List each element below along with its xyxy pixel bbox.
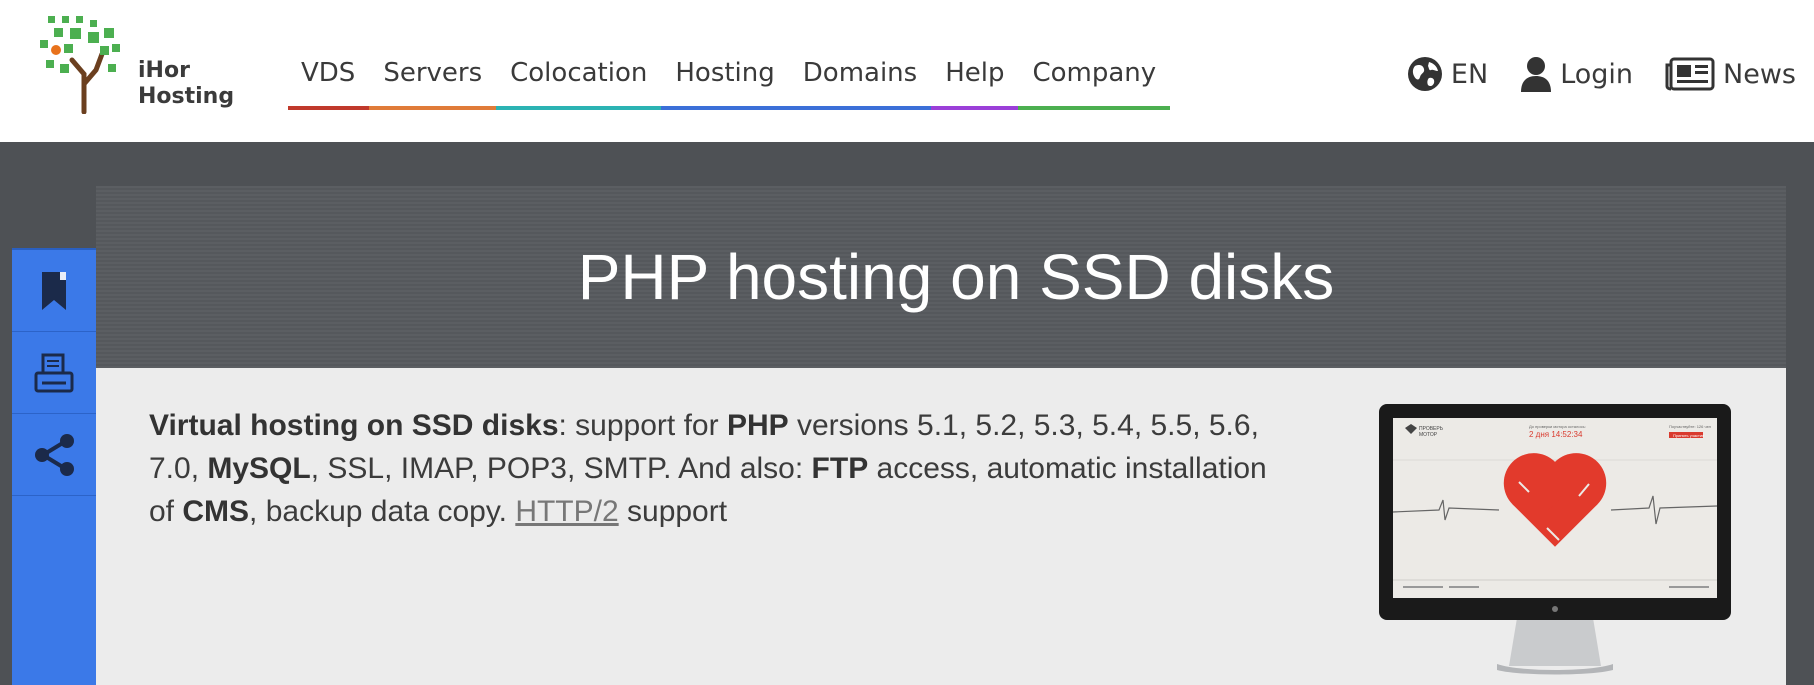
newspaper-icon bbox=[1665, 57, 1715, 91]
share-icon bbox=[35, 433, 74, 476]
nav-hosting[interactable]: Hosting bbox=[661, 50, 789, 110]
intro-text-1: : support for bbox=[558, 409, 727, 442]
logo-line1: iHor bbox=[138, 58, 190, 83]
nav-help[interactable]: Help bbox=[931, 50, 1019, 110]
intro-strong-php: PHP bbox=[726, 409, 789, 442]
intro-strong-mysql: MySQL bbox=[207, 452, 311, 485]
news-link[interactable]: News bbox=[1665, 57, 1796, 91]
print-icon bbox=[34, 353, 74, 392]
monitor-illustration: ПРОВЕРЬ МОТОР До проверки мотора осталос… bbox=[1379, 404, 1731, 675]
tree-logo-icon bbox=[40, 16, 120, 114]
nav-vds[interactable]: VDS bbox=[288, 50, 370, 110]
print-button[interactable] bbox=[12, 332, 96, 414]
language-label: EN bbox=[1450, 58, 1489, 90]
news-label: News bbox=[1723, 58, 1796, 90]
screen-countdown: 2 дня 14:52:34 bbox=[1529, 430, 1583, 439]
intro-text-5: , backup data copy. bbox=[249, 495, 516, 528]
login-label: Login bbox=[1560, 58, 1634, 90]
intro-strong-ftp: FTP bbox=[811, 452, 869, 485]
header-scalloped-edge bbox=[0, 138, 1814, 146]
intro-strong-virtual-hosting: Virtual hosting on SSD disks bbox=[149, 409, 559, 442]
screen-brand-line2: МОТОР bbox=[1419, 432, 1438, 438]
bookmark-button[interactable] bbox=[12, 250, 96, 332]
globe-icon bbox=[1407, 57, 1442, 91]
intro-strong-cms: CMS bbox=[182, 495, 250, 528]
screen-header-text: До проверки мотора осталось: bbox=[1529, 424, 1586, 429]
screen-corner-text: Поучаствуйте: 126 чел bbox=[1669, 424, 1712, 429]
logo-text: iHor Hosting bbox=[138, 58, 234, 110]
language-switch[interactable]: EN bbox=[1407, 56, 1488, 92]
http2-link[interactable]: HTTP/2 bbox=[515, 495, 618, 528]
content-card: PHP hosting on SSD disks Virtual hosting… bbox=[96, 186, 1786, 685]
logo-line2: Hosting bbox=[138, 84, 235, 109]
share-button[interactable] bbox=[12, 414, 96, 496]
nav-domains[interactable]: Domains bbox=[788, 50, 932, 110]
nav-company[interactable]: Company bbox=[1018, 50, 1171, 110]
nav-colocation[interactable]: Colocation bbox=[496, 50, 662, 110]
side-toolbar bbox=[12, 248, 96, 685]
intro-text-6: support bbox=[618, 495, 728, 528]
screen-cta-label: Принять участие bbox=[1673, 433, 1705, 438]
intro-text-3: , SSL, IMAP, POP3, SMTP. And also: bbox=[310, 452, 812, 485]
site-logo[interactable]: iHor Hosting bbox=[40, 14, 240, 114]
main-nav: VDS Servers Colocation Hosting Domains H… bbox=[288, 50, 1171, 110]
nav-servers[interactable]: Servers bbox=[369, 50, 497, 110]
intro-paragraph: Virtual hosting on SSD disks: support fo… bbox=[149, 404, 1299, 533]
user-icon bbox=[1521, 57, 1552, 92]
bookmark-icon bbox=[42, 271, 66, 310]
site-header: iHor Hosting VDS Servers Colocation Host… bbox=[0, 0, 1814, 142]
top-links: EN Login News bbox=[1375, 56, 1796, 92]
card-header: PHP hosting on SSD disks bbox=[96, 186, 1786, 368]
page-title: PHP hosting on SSD disks bbox=[577, 241, 1335, 313]
login-link[interactable]: Login bbox=[1520, 56, 1633, 92]
